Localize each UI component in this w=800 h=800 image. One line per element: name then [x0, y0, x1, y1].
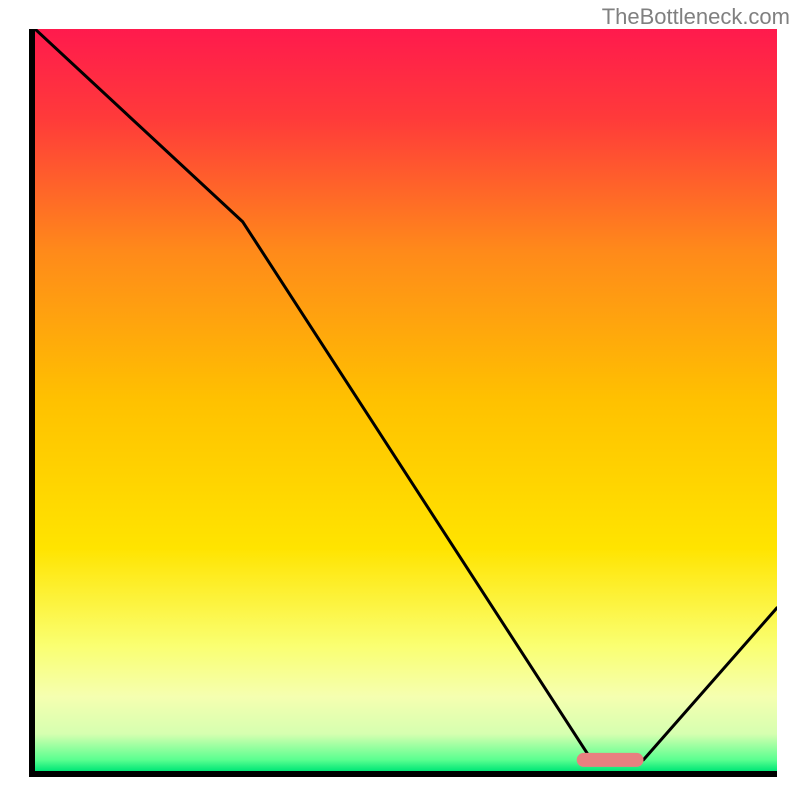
- watermark-label: TheBottleneck.com: [602, 4, 790, 30]
- plot-area: [35, 29, 777, 771]
- chart-container: TheBottleneck.com: [0, 0, 800, 800]
- optimal-range-marker: [577, 753, 644, 767]
- marker-layer: [35, 29, 777, 771]
